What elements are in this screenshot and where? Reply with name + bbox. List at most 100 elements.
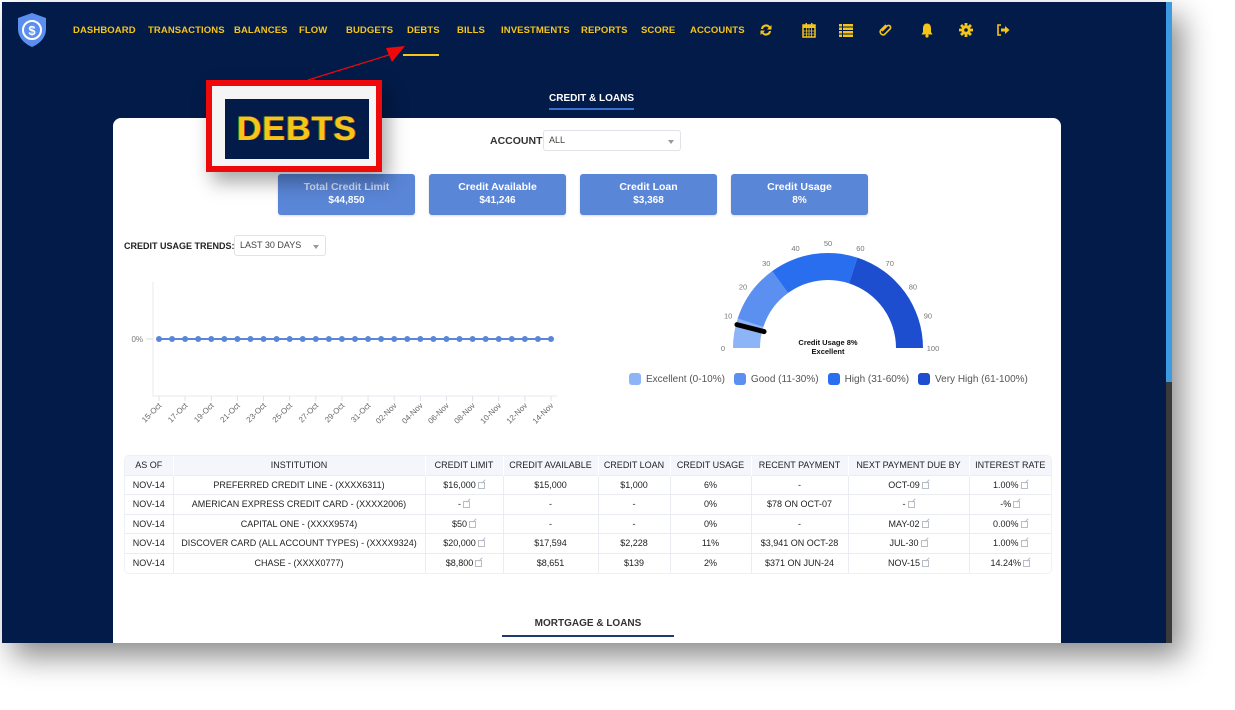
data-point[interactable] (534, 336, 541, 342)
edit-icon[interactable] (463, 501, 470, 509)
data-point[interactable] (365, 336, 372, 342)
gauge-band-3[interactable] (849, 257, 923, 348)
data-point[interactable] (325, 336, 332, 342)
column-header[interactable]: INTEREST RATE (969, 456, 1051, 475)
table-cell: 1.00% (969, 533, 1051, 553)
account-label: ACCOUNT (490, 135, 543, 147)
logout-icon[interactable] (995, 22, 1011, 38)
data-point[interactable] (273, 336, 280, 342)
column-header[interactable]: AS OF (125, 456, 174, 475)
data-point[interactable] (378, 336, 385, 342)
data-point[interactable] (234, 336, 241, 342)
paperclip-icon[interactable] (878, 22, 894, 38)
nav-item-dashboard[interactable]: DASHBOARD (73, 25, 136, 36)
legend-item[interactable]: Very High (61-100%) (918, 373, 1028, 385)
table-cell: - (598, 494, 671, 514)
column-header[interactable]: INSTITUTION (173, 456, 426, 475)
nav-item-debts[interactable]: DEBTS (407, 25, 440, 36)
edit-icon[interactable] (921, 481, 929, 489)
edit-icon[interactable] (907, 501, 915, 509)
table-cell: MAY-02 (848, 513, 970, 534)
refresh-icon[interactable] (758, 22, 774, 38)
edit-icon[interactable] (469, 520, 477, 528)
nav-item-transactions[interactable]: TRANSACTIONS (148, 25, 225, 36)
data-point[interactable] (352, 336, 358, 342)
stat-total-credit-limit: Total Credit Limit $44,850 (278, 174, 415, 215)
edit-icon[interactable] (922, 560, 929, 567)
column-header[interactable]: CREDIT USAGE (670, 456, 752, 475)
credit-loans-section-title[interactable]: CREDIT & LOANS (549, 93, 634, 110)
table-cell: 6% (670, 474, 752, 495)
data-point[interactable] (169, 336, 176, 342)
data-point[interactable] (221, 336, 228, 342)
data-point[interactable] (260, 336, 267, 342)
data-point[interactable] (312, 336, 319, 342)
data-point[interactable] (286, 336, 293, 342)
calendar-icon[interactable] (801, 22, 817, 38)
trend-range-select[interactable]: LAST 30 DAYS (234, 235, 326, 256)
data-point[interactable] (469, 336, 476, 342)
data-point[interactable] (208, 336, 215, 342)
edit-icon[interactable] (920, 540, 928, 548)
edit-icon[interactable] (921, 520, 929, 528)
bell-icon[interactable] (919, 22, 935, 38)
legend-item[interactable]: Good (11-30%) (733, 373, 819, 385)
data-point[interactable] (299, 336, 306, 342)
data-point[interactable] (417, 336, 424, 342)
data-point[interactable] (404, 336, 411, 342)
table-row: NOV-14 CHASE - (XXXX0777) $8,800 $8,651 $139… (125, 552, 1051, 573)
nav-item-reports[interactable]: REPORTS (581, 25, 628, 36)
column-header[interactable]: CREDIT LIMIT (425, 456, 504, 475)
data-point[interactable] (430, 336, 437, 342)
data-point[interactable] (482, 336, 489, 342)
data-point[interactable] (495, 336, 502, 342)
shield-dollar-logo-icon[interactable]: $ (16, 12, 48, 48)
nav-item-bills[interactable]: BILLS (457, 25, 485, 36)
edit-icon[interactable] (1020, 520, 1028, 528)
column-header[interactable]: NEXT PAYMENT DUE BY (848, 456, 970, 475)
nav-item-score[interactable]: SCORE (641, 25, 675, 36)
nav-item-flow[interactable]: FLOW (299, 25, 327, 36)
data-point[interactable] (182, 336, 189, 342)
nav-item-investments[interactable]: INVESTMENTS (501, 25, 570, 36)
column-header[interactable]: CREDIT LOAN (598, 456, 671, 475)
gauge-band-2[interactable] (772, 253, 858, 293)
account-select-value: ALL (549, 135, 566, 145)
data-point[interactable] (195, 336, 202, 342)
table-cell: $15,000 (503, 474, 599, 495)
edit-icon[interactable] (1020, 481, 1028, 489)
edit-icon[interactable] (477, 540, 485, 548)
data-point[interactable] (548, 336, 554, 342)
legend-item[interactable]: Excellent (0-10%) (629, 373, 725, 385)
nav-item-accounts[interactable]: ACCOUNTS (690, 25, 745, 36)
column-header[interactable]: RECENT PAYMENT (751, 456, 849, 475)
data-point[interactable] (443, 336, 450, 342)
gear-icon[interactable] (958, 22, 974, 38)
list-icon[interactable] (838, 22, 854, 38)
legend-item[interactable]: High (31-60%) (827, 373, 909, 385)
data-point[interactable] (508, 336, 515, 342)
mortgage-loans-section-title[interactable]: MORTGAGE & LOANS (502, 618, 674, 637)
data-point[interactable] (156, 336, 162, 342)
edit-icon[interactable] (1023, 560, 1031, 567)
data-point[interactable] (521, 336, 528, 342)
nav-item-balances[interactable]: BALANCES (234, 25, 288, 36)
nav-item-budgets[interactable]: BUDGETS (346, 25, 393, 36)
edit-icon[interactable] (1020, 540, 1028, 548)
data-point[interactable] (391, 336, 398, 342)
cell-value: 6% (703, 479, 717, 490)
edit-icon[interactable] (1013, 501, 1021, 509)
data-point[interactable] (247, 336, 254, 342)
cell-value: 1.00% (992, 538, 1019, 549)
scrollbar-thumb[interactable] (1166, 2, 1172, 382)
edit-icon[interactable] (477, 481, 485, 489)
data-point[interactable] (338, 336, 345, 342)
edit-icon[interactable] (475, 560, 483, 567)
cell-value: $139 (623, 558, 645, 568)
credit-accounts-table: AS OF INSTITUTION CREDIT LIMIT CREDIT AVAIL… (125, 456, 1051, 573)
column-header[interactable]: CREDIT AVAILABLE (503, 456, 599, 475)
account-select[interactable]: ALL (543, 130, 681, 151)
data-point[interactable] (456, 336, 463, 342)
cell-value: $16,000 (443, 479, 476, 490)
cell-value: OCT-09 (888, 479, 920, 490)
